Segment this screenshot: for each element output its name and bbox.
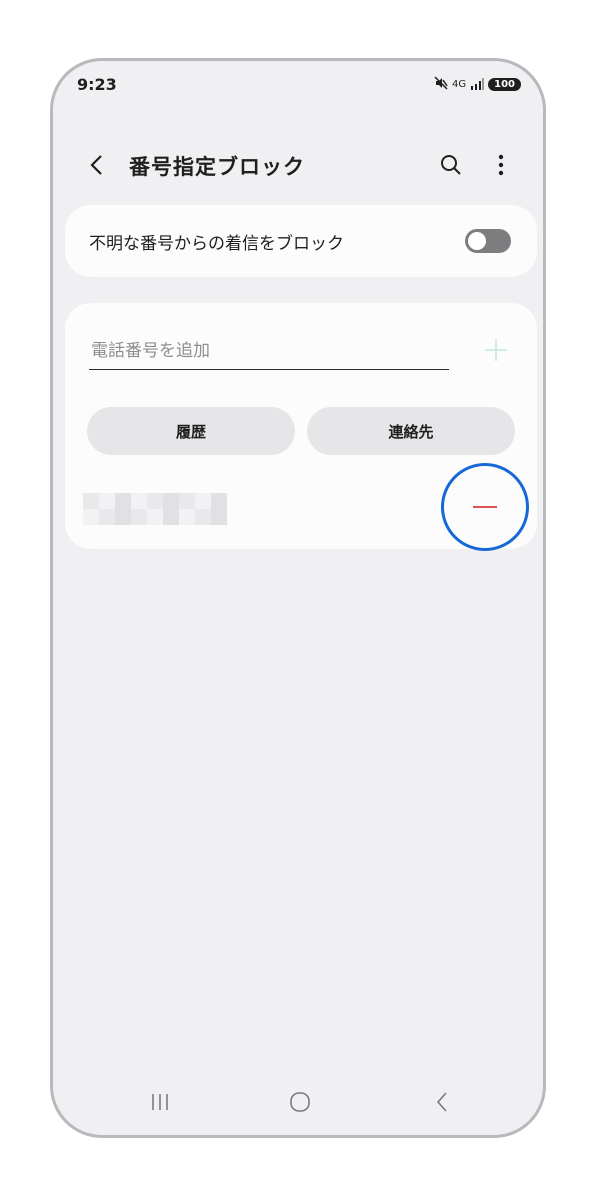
remove-number-button[interactable] xyxy=(441,463,529,551)
nav-back-button[interactable] xyxy=(427,1087,457,1117)
minus-icon xyxy=(473,506,497,508)
navigation-bar xyxy=(53,1075,543,1135)
home-icon xyxy=(290,1092,310,1112)
block-unknown-label: 不明な番号からの着信をブロック xyxy=(89,234,344,254)
page-title: 番号指定ブロック xyxy=(129,155,305,179)
nav-back-icon xyxy=(436,1092,447,1112)
plus-icon xyxy=(485,339,507,361)
block-unknown-toggle[interactable] xyxy=(465,229,511,253)
app-header: 番号指定ブロック xyxy=(53,141,543,189)
contacts-button[interactable]: 連絡先 xyxy=(307,407,515,455)
toggle-knob xyxy=(468,232,486,250)
status-bar: 9:23 4G 100 xyxy=(53,61,543,113)
add-number-button[interactable] xyxy=(481,335,511,365)
block-list-card: 履歴 連絡先 xyxy=(65,303,537,551)
home-button[interactable] xyxy=(285,1087,315,1117)
recents-icon xyxy=(152,1094,168,1110)
recents-button[interactable] xyxy=(145,1087,175,1117)
status-time: 9:23 xyxy=(77,75,117,94)
back-arrow-icon xyxy=(90,155,102,175)
status-icons: 4G 100 xyxy=(434,75,521,94)
more-options-button[interactable] xyxy=(489,149,513,181)
phone-screen: 9:23 4G 100 番号指定ブロック 不明な番号からの着信をブロック 電話番… xyxy=(50,58,546,1138)
more-vertical-icon xyxy=(498,154,504,176)
signal-icon xyxy=(470,75,485,94)
battery-icon: 100 xyxy=(488,78,521,91)
block-unknown-card[interactable]: 不明な番号からの着信をブロック xyxy=(65,205,537,277)
network-4g-icon: 4G xyxy=(452,78,467,90)
blocked-number-redacted xyxy=(83,493,227,525)
phone-number-input[interactable] xyxy=(89,333,449,370)
history-button[interactable]: 履歴 xyxy=(87,407,295,455)
mute-icon xyxy=(434,75,448,94)
search-icon xyxy=(441,155,461,175)
search-button[interactable] xyxy=(435,149,467,181)
blocked-number-row xyxy=(65,463,537,551)
back-button[interactable] xyxy=(81,149,113,181)
